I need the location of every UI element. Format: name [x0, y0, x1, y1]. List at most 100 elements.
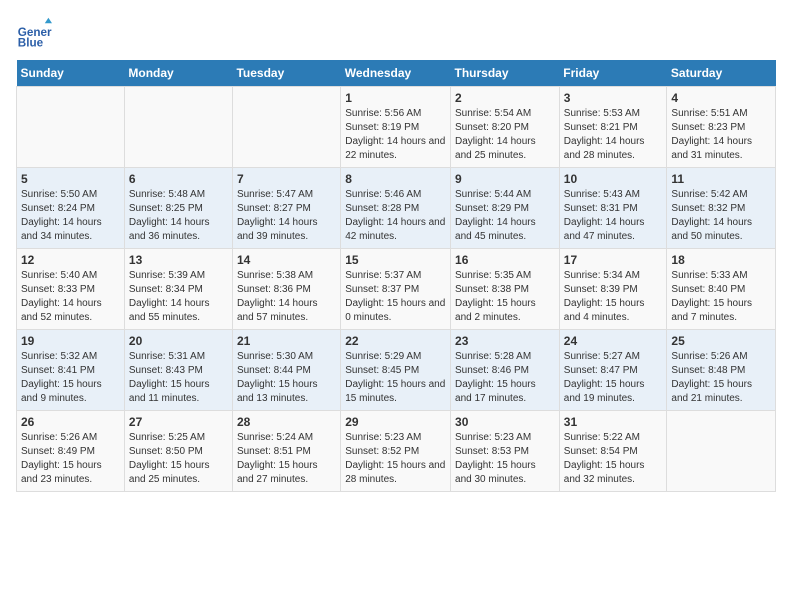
- day-info: Sunrise: 5:29 AM Sunset: 8:45 PM Dayligh…: [345, 350, 446, 406]
- day-info: Sunrise: 5:26 AM Sunset: 8:49 PM Dayligh…: [21, 431, 120, 487]
- day-info: Sunrise: 5:38 AM Sunset: 8:36 PM Dayligh…: [237, 269, 336, 325]
- day-number: 29: [345, 415, 446, 429]
- day-number: 12: [21, 253, 120, 267]
- day-info: Sunrise: 5:40 AM Sunset: 8:33 PM Dayligh…: [21, 269, 120, 325]
- day-info: Sunrise: 5:37 AM Sunset: 8:37 PM Dayligh…: [345, 269, 446, 325]
- calendar-cell: [232, 87, 340, 168]
- day-info: Sunrise: 5:22 AM Sunset: 8:54 PM Dayligh…: [564, 431, 663, 487]
- day-info: Sunrise: 5:54 AM Sunset: 8:20 PM Dayligh…: [455, 107, 555, 163]
- calendar-cell: 23 Sunrise: 5:28 AM Sunset: 8:46 PM Dayli…: [451, 330, 560, 411]
- day-info: Sunrise: 5:42 AM Sunset: 8:32 PM Dayligh…: [671, 188, 771, 244]
- day-info: Sunrise: 5:47 AM Sunset: 8:27 PM Dayligh…: [237, 188, 336, 244]
- day-number: 2: [455, 91, 555, 105]
- day-number: 17: [564, 253, 663, 267]
- calendar-week-row: 5 Sunrise: 5:50 AM Sunset: 8:24 PM Daylig…: [17, 168, 776, 249]
- weekday-header: Friday: [559, 60, 667, 87]
- day-info: Sunrise: 5:35 AM Sunset: 8:38 PM Dayligh…: [455, 269, 555, 325]
- calendar-cell: 26 Sunrise: 5:26 AM Sunset: 8:49 PM Dayli…: [17, 411, 125, 492]
- day-number: 1: [345, 91, 446, 105]
- day-info: Sunrise: 5:56 AM Sunset: 8:19 PM Dayligh…: [345, 107, 446, 163]
- header: General Blue: [16, 16, 776, 52]
- day-info: Sunrise: 5:23 AM Sunset: 8:52 PM Dayligh…: [345, 431, 446, 487]
- day-number: 15: [345, 253, 446, 267]
- calendar-cell: 27 Sunrise: 5:25 AM Sunset: 8:50 PM Dayli…: [124, 411, 232, 492]
- calendar-cell: 3Sunrise: 5:53 AM Sunset: 8:21 PM Daylig…: [559, 87, 667, 168]
- day-info: Sunrise: 5:24 AM Sunset: 8:51 PM Dayligh…: [237, 431, 336, 487]
- calendar-header: SundayMondayTuesdayWednesdayThursdayFrid…: [17, 60, 776, 87]
- calendar-cell: 29 Sunrise: 5:23 AM Sunset: 8:52 PM Dayli…: [341, 411, 451, 492]
- day-number: 4: [671, 91, 771, 105]
- day-number: 14: [237, 253, 336, 267]
- calendar-cell: 30Sunrise: 5:23 AM Sunset: 8:53 PM Dayli…: [451, 411, 560, 492]
- logo: General Blue: [16, 16, 52, 52]
- day-info: Sunrise: 5:25 AM Sunset: 8:50 PM Dayligh…: [129, 431, 228, 487]
- day-number: 6: [129, 172, 228, 186]
- calendar-cell: 1 Sunrise: 5:56 AM Sunset: 8:19 PM Daylig…: [341, 87, 451, 168]
- calendar-cell: 8 Sunrise: 5:46 AM Sunset: 8:28 PM Daylig…: [341, 168, 451, 249]
- day-number: 5: [21, 172, 120, 186]
- calendar-table: SundayMondayTuesdayWednesdayThursdayFrid…: [16, 60, 776, 492]
- calendar-cell: 7 Sunrise: 5:47 AM Sunset: 8:27 PM Daylig…: [232, 168, 340, 249]
- calendar-cell: 20Sunrise: 5:31 AM Sunset: 8:43 PM Dayli…: [124, 330, 232, 411]
- calendar-cell: [667, 411, 776, 492]
- day-number: 25: [671, 334, 771, 348]
- day-info: Sunrise: 5:48 AM Sunset: 8:25 PM Dayligh…: [129, 188, 228, 244]
- weekday-header: Wednesday: [341, 60, 451, 87]
- calendar-cell: 11 Sunrise: 5:42 AM Sunset: 8:32 PM Dayli…: [667, 168, 776, 249]
- weekday-header: Tuesday: [232, 60, 340, 87]
- calendar-cell: 22 Sunrise: 5:29 AM Sunset: 8:45 PM Dayli…: [341, 330, 451, 411]
- calendar-cell: 5 Sunrise: 5:50 AM Sunset: 8:24 PM Daylig…: [17, 168, 125, 249]
- calendar-cell: 13 Sunrise: 5:39 AM Sunset: 8:34 PM Dayli…: [124, 249, 232, 330]
- weekday-header: Thursday: [451, 60, 560, 87]
- calendar-cell: 16Sunrise: 5:35 AM Sunset: 8:38 PM Dayli…: [451, 249, 560, 330]
- day-info: Sunrise: 5:30 AM Sunset: 8:44 PM Dayligh…: [237, 350, 336, 406]
- day-number: 10: [564, 172, 663, 186]
- day-number: 9: [455, 172, 555, 186]
- day-number: 13: [129, 253, 228, 267]
- calendar-cell: 2 Sunrise: 5:54 AM Sunset: 8:20 PM Daylig…: [451, 87, 560, 168]
- calendar-cell: [124, 87, 232, 168]
- day-number: 18: [671, 253, 771, 267]
- calendar-week-row: 12 Sunrise: 5:40 AM Sunset: 8:33 PM Dayli…: [17, 249, 776, 330]
- day-number: 19: [21, 334, 120, 348]
- day-number: 21: [237, 334, 336, 348]
- calendar-cell: [17, 87, 125, 168]
- calendar-cell: 6 Sunrise: 5:48 AM Sunset: 8:25 PM Daylig…: [124, 168, 232, 249]
- calendar-cell: 18 Sunrise: 5:33 AM Sunset: 8:40 PM Dayli…: [667, 249, 776, 330]
- logo-icon: General Blue: [16, 16, 52, 52]
- day-number: 22: [345, 334, 446, 348]
- calendar-cell: 28 Sunrise: 5:24 AM Sunset: 8:51 PM Dayli…: [232, 411, 340, 492]
- day-info: Sunrise: 5:50 AM Sunset: 8:24 PM Dayligh…: [21, 188, 120, 244]
- calendar-cell: 24Sunrise: 5:27 AM Sunset: 8:47 PM Dayli…: [559, 330, 667, 411]
- calendar-cell: 9Sunrise: 5:44 AM Sunset: 8:29 PM Daylig…: [451, 168, 560, 249]
- day-number: 8: [345, 172, 446, 186]
- day-number: 26: [21, 415, 120, 429]
- calendar-cell: 14 Sunrise: 5:38 AM Sunset: 8:36 PM Dayli…: [232, 249, 340, 330]
- day-number: 27: [129, 415, 228, 429]
- day-number: 24: [564, 334, 663, 348]
- day-info: Sunrise: 5:28 AM Sunset: 8:46 PM Dayligh…: [455, 350, 555, 406]
- calendar-week-row: 19Sunrise: 5:32 AM Sunset: 8:41 PM Dayli…: [17, 330, 776, 411]
- day-info: Sunrise: 5:26 AM Sunset: 8:48 PM Dayligh…: [671, 350, 771, 406]
- day-info: Sunrise: 5:39 AM Sunset: 8:34 PM Dayligh…: [129, 269, 228, 325]
- day-number: 7: [237, 172, 336, 186]
- calendar-body: 1 Sunrise: 5:56 AM Sunset: 8:19 PM Daylig…: [17, 87, 776, 492]
- day-number: 11: [671, 172, 771, 186]
- weekday-header: Monday: [124, 60, 232, 87]
- day-info: Sunrise: 5:43 AM Sunset: 8:31 PM Dayligh…: [564, 188, 663, 244]
- calendar-cell: 15 Sunrise: 5:37 AM Sunset: 8:37 PM Dayli…: [341, 249, 451, 330]
- day-number: 31: [564, 415, 663, 429]
- day-number: 23: [455, 334, 555, 348]
- day-number: 3: [564, 91, 663, 105]
- calendar-cell: 19Sunrise: 5:32 AM Sunset: 8:41 PM Dayli…: [17, 330, 125, 411]
- day-info: Sunrise: 5:46 AM Sunset: 8:28 PM Dayligh…: [345, 188, 446, 244]
- day-info: Sunrise: 5:33 AM Sunset: 8:40 PM Dayligh…: [671, 269, 771, 325]
- calendar-cell: 10 Sunrise: 5:43 AM Sunset: 8:31 PM Dayli…: [559, 168, 667, 249]
- day-number: 28: [237, 415, 336, 429]
- day-number: 30: [455, 415, 555, 429]
- calendar-cell: 17Sunrise: 5:34 AM Sunset: 8:39 PM Dayli…: [559, 249, 667, 330]
- day-info: Sunrise: 5:51 AM Sunset: 8:23 PM Dayligh…: [671, 107, 771, 163]
- day-info: Sunrise: 5:31 AM Sunset: 8:43 PM Dayligh…: [129, 350, 228, 406]
- calendar-cell: 12 Sunrise: 5:40 AM Sunset: 8:33 PM Dayli…: [17, 249, 125, 330]
- calendar-week-row: 1 Sunrise: 5:56 AM Sunset: 8:19 PM Daylig…: [17, 87, 776, 168]
